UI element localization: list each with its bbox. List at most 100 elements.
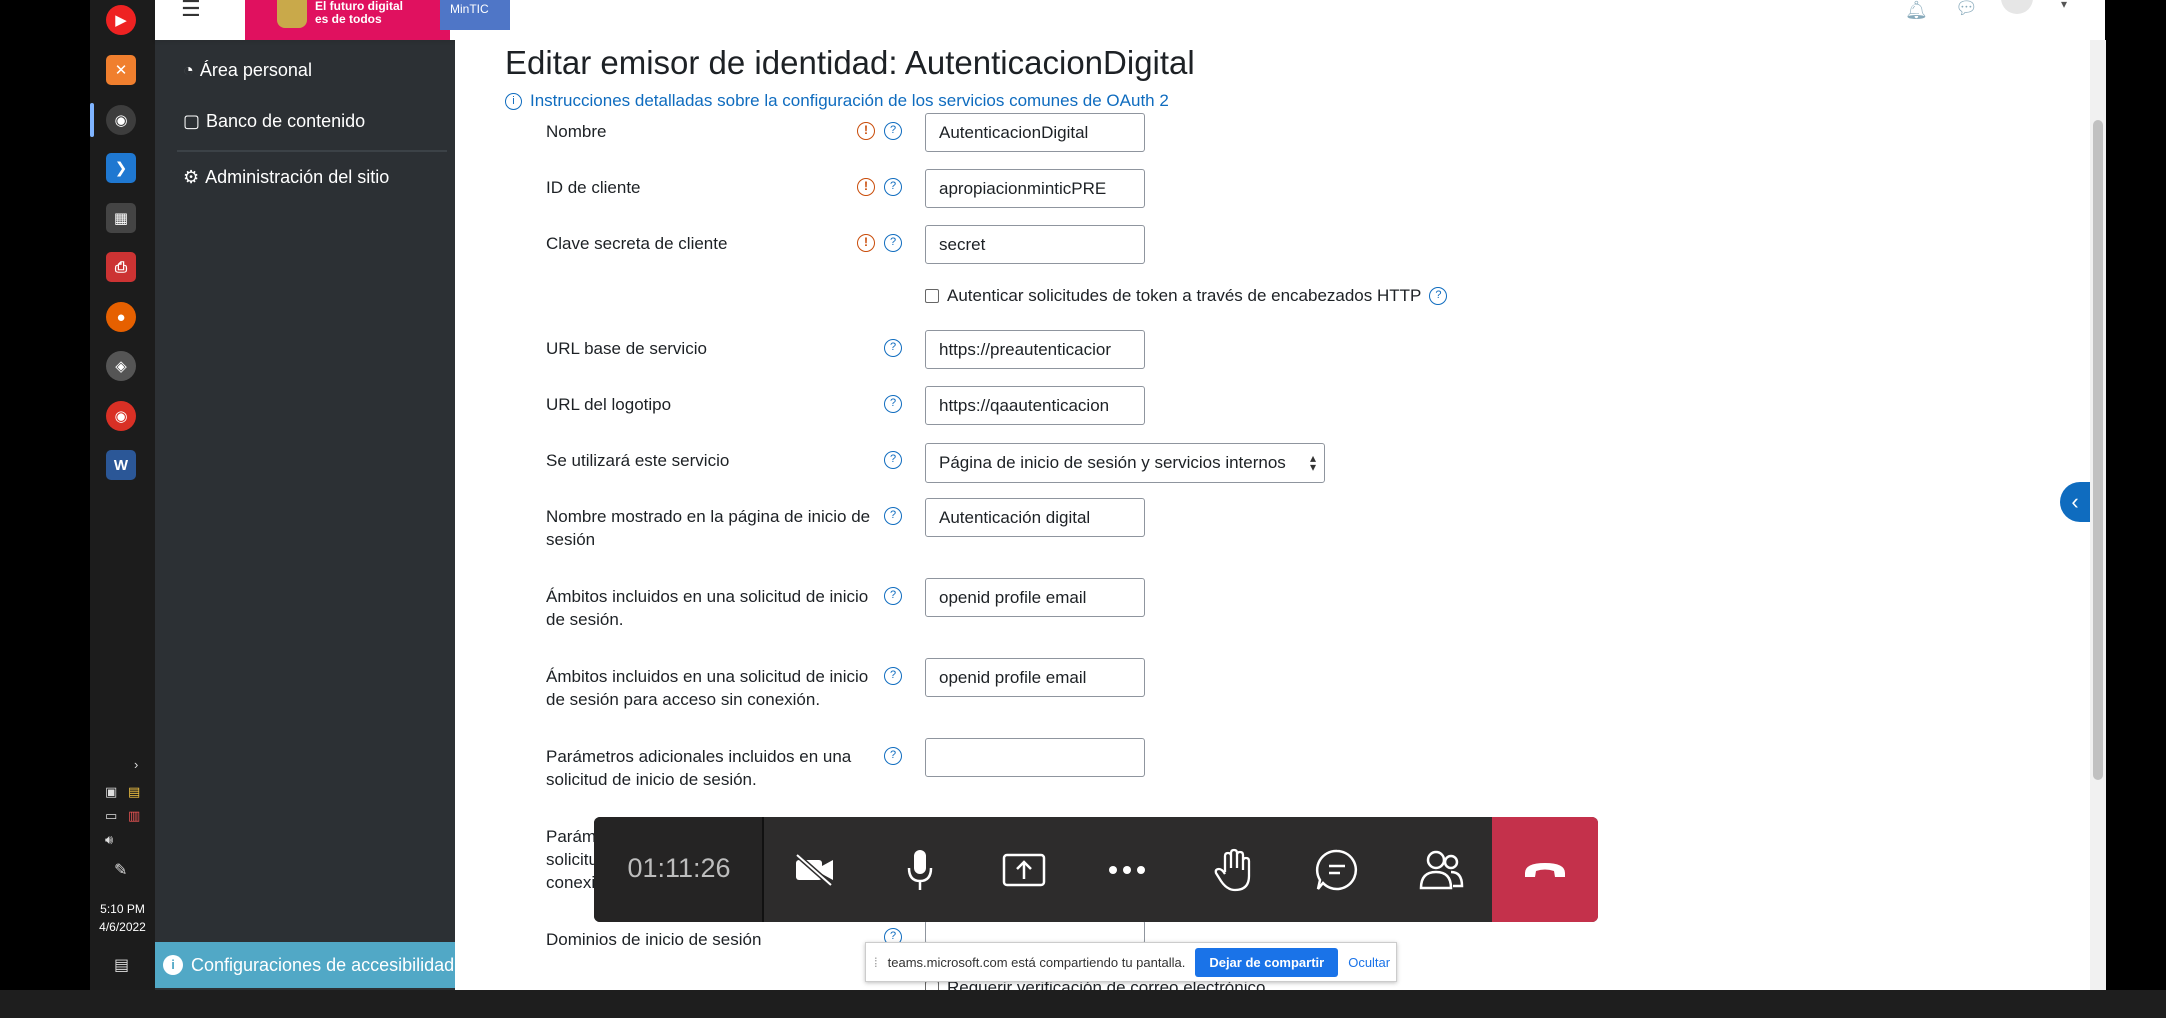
field-label-login-scopes: Ámbitos incluidos en una solicitud de in… [546,587,869,629]
help-icon[interactable]: ? [884,339,902,357]
field-label-login-domains: Dominios de inicio de sesión [546,930,762,949]
drag-handle-icon[interactable]: ⁞ [874,955,878,970]
chrome-icon-2[interactable]: ◉ [106,401,136,431]
brand-text: El futuro digital es de todos [315,0,403,26]
scrollbar-thumb[interactable] [2093,120,2103,780]
field-label-login-params: Parámetros adicionales incluidos en una … [546,747,852,789]
calculator-icon[interactable]: ▦ [106,203,136,233]
help-icon[interactable]: ? [884,178,902,196]
help-icon[interactable]: ? [884,234,902,252]
xampp-icon[interactable]: ✕ [106,55,136,85]
select-arrow-icon: ▴ ▾ [1309,451,1316,474]
base-url-input[interactable] [925,330,1145,369]
field-label-service-usage: Se utilizará este servicio [546,451,730,470]
help-icon[interactable]: ? [884,747,902,765]
nombre-input[interactable] [925,113,1145,152]
media-player-icon[interactable]: ▶ [106,5,136,35]
chrome-icon[interactable]: ◉ [106,105,136,135]
help-icon[interactable]: ? [884,587,902,605]
more-options-icon[interactable] [1102,845,1152,895]
tray-lock-icon[interactable]: ▤ [128,784,140,800]
gear-icon: ⚙ [183,167,200,187]
word-icon[interactable]: W [106,450,136,480]
messages-icon[interactable]: 💬︎ [1955,0,1978,19]
service-usage-value: Página de inicio de sesión y servicios i… [939,453,1286,472]
firefox-icon[interactable]: ● [106,302,136,332]
help-icon[interactable]: ? [884,122,902,140]
screen: ▶ ✕ ◉ ❯ ▦ ⎙ ● ◈ ◉ W › ▣ ▤ ▭ ▥ 🔊︎ ✎ 5:10 … [0,0,2166,1018]
nav-divider [177,150,447,152]
help-icon[interactable]: ? [884,667,902,685]
notification-bell-icon[interactable]: 🔔︎ [1905,0,1928,21]
tray-app-icon[interactable]: ▥ [128,808,140,824]
pen-icon[interactable]: ✎ [114,860,127,880]
login-scopes-input[interactable] [925,578,1145,617]
http-headers-checkbox-row[interactable]: Autenticar solicitudes de token a través… [925,286,1448,306]
teams-call-toolbar: 01:11:26 [594,817,1598,922]
tray-monitor-icon[interactable]: ▣ [105,784,117,800]
volume-icon[interactable]: 🔊︎ [105,832,113,848]
clock-date: 4/6/2022 [99,920,146,934]
vscode-icon[interactable]: ❯ [106,153,136,183]
hide-link[interactable]: Ocultar [1348,955,1390,970]
bottom-frame-strip [0,990,2166,1018]
login-domains-input[interactable] [925,920,1145,944]
pdf-reader-icon[interactable]: ⎙ [106,252,136,282]
clock-time: 5:10 PM [100,902,145,916]
field-label-base-url: URL base de servicio [546,339,707,358]
required-icon[interactable]: ! [857,122,875,140]
help-icon[interactable]: ? [884,507,902,525]
sidebar-item-site-admin[interactable]: ⚙ Administración del sitio [183,167,389,188]
stop-sharing-button[interactable]: Dejar de compartir [1195,947,1339,977]
avatar[interactable] [2001,0,2033,14]
windows-taskbar: ▶ ✕ ◉ ❯ ▦ ⎙ ● ◈ ◉ W › ▣ ▤ ▭ ▥ 🔊︎ ✎ 5:10 … [90,0,155,990]
participants-icon[interactable] [1416,845,1466,895]
network-tool-icon[interactable]: ◈ [106,351,136,381]
logo-url-input[interactable] [925,386,1145,425]
sidebar-item-label: Banco de contenido [206,111,366,131]
system-clock[interactable]: 5:10 PM 4/6/2022 [90,900,155,936]
help-icon[interactable]: ? [1429,287,1448,305]
required-icon[interactable]: ! [857,178,875,196]
required-icon[interactable]: ! [857,234,875,252]
client-id-input[interactable] [925,169,1145,208]
page-scrollbar[interactable] [2090,40,2106,990]
field-label-client-id: ID de cliente [546,178,641,197]
help-icon[interactable]: ? [884,395,902,413]
top-navbar: ☰ El futuro digital es de todos MinTIC 🔔… [155,0,2105,40]
call-timer: 01:11:26 [627,853,731,883]
brand-line-2: es de todos [315,12,382,26]
notification-center-icon[interactable]: ▤ [114,955,129,975]
dashboard-icon: ◔ [183,60,194,80]
help-icon[interactable]: ? [884,451,902,469]
coat-of-arms-icon [277,0,307,28]
phone-hangup-icon [1525,862,1565,877]
instructions-link[interactable]: i Instrucciones detalladas sobre la conf… [505,91,1169,111]
accessibility-settings-button[interactable]: i Configuraciones de accesibilidad [155,942,455,988]
service-usage-select[interactable]: Página de inicio de sesión y servicios i… [925,443,1325,483]
display-name-input[interactable] [925,498,1145,537]
user-menu-chevron-icon[interactable]: ▾ [2061,0,2067,11]
mintic-logo: MinTIC [440,0,510,30]
client-secret-input[interactable] [925,225,1145,264]
field-label-client-secret: Clave secreta de cliente [546,234,728,253]
chevron-right-icon[interactable]: › [134,757,138,772]
hang-up-button[interactable] [1492,817,1598,922]
site-logo[interactable]: El futuro digital es de todos [245,0,450,40]
http-headers-checkbox[interactable] [925,289,939,303]
sidebar-item-label: Área personal [199,60,312,80]
sidebar-item-banco-contenido[interactable]: ▢ Banco de contenido [183,111,365,132]
instructions-text: Instrucciones detalladas sobre la config… [530,91,1169,110]
raise-hand-icon[interactable] [1208,845,1258,895]
sidebar-item-area-personal[interactable]: ◔ Área personal [183,60,312,81]
camera-off-icon[interactable] [790,845,840,895]
microphone-icon[interactable] [895,845,945,895]
login-params-input[interactable] [925,738,1145,777]
page-title: Editar emisor de identidad: Autenticacio… [505,44,1195,81]
menu-icon[interactable]: ☰ [181,0,201,22]
chat-icon[interactable] [1312,845,1362,895]
tray-network-icon[interactable]: ▭ [105,808,117,824]
nav-drawer: ◔ Área personal ▢ Banco de contenido ⚙ A… [155,0,455,990]
share-screen-icon[interactable] [999,845,1049,895]
offline-scopes-input[interactable] [925,658,1145,697]
